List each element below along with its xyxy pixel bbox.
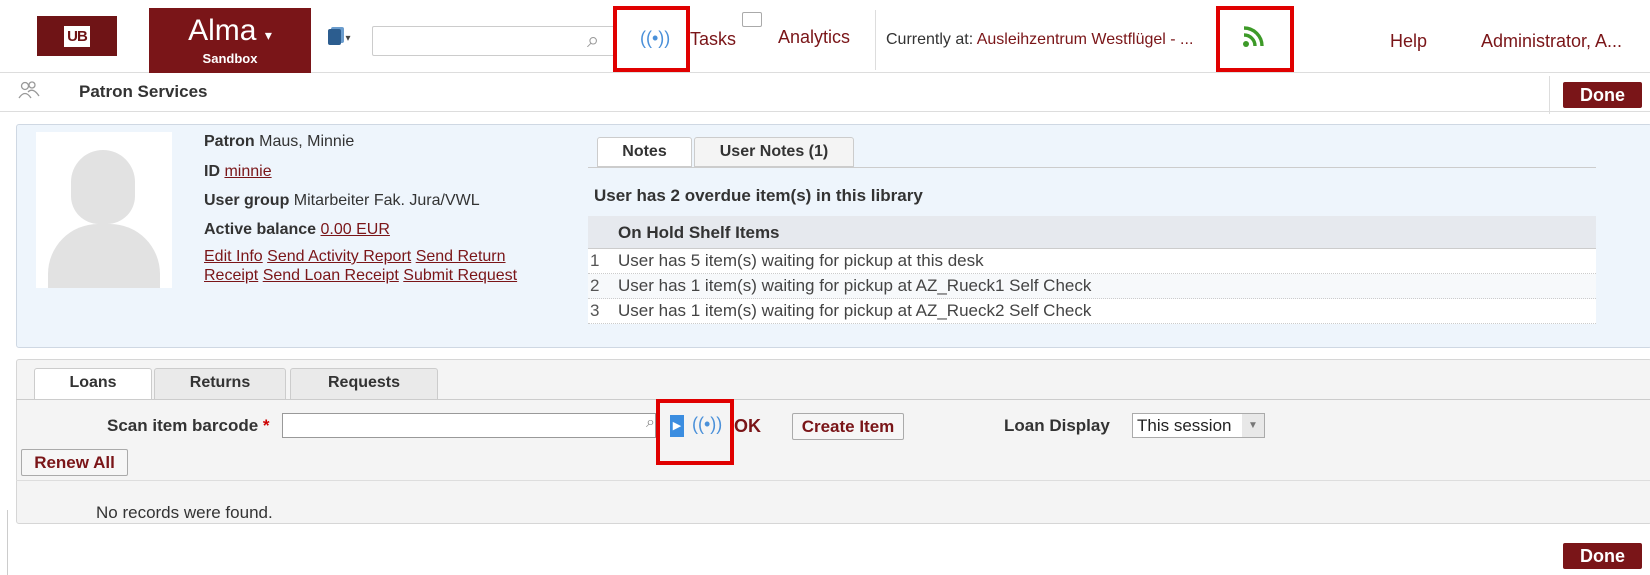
list-item: 1 User has 5 item(s) waiting for pickup a… [588,249,1596,274]
tab-notes[interactable]: Notes [597,137,692,167]
required-mark: * [262,416,270,435]
edit-info-link[interactable]: Edit Info [204,248,263,265]
divider [588,167,1596,168]
scan-barcode-label-text: Scan item barcode [107,416,259,435]
app-switcher[interactable]: Alma ▾ Sandbox [149,8,311,74]
row-text: User has 1 item(s) waiting for pickup at… [618,276,1092,295]
send-return-receipt-link-cont[interactable]: Receipt [204,267,258,284]
current-location-value: Ausleihzentrum Westflügel - ... [976,31,1194,48]
send-return-receipt-link[interactable]: Send Return [416,248,506,265]
row-number: 1 [590,251,600,270]
send-activity-report-link[interactable]: Send Activity Report [267,248,411,265]
highlight-box [613,6,690,72]
patron-name-label: Patron [204,133,255,150]
list-item: 3 User has 1 item(s) waiting for pickup a… [588,299,1596,324]
patron-group-value: Mitarbeiter Fak. Jura/VWL [293,192,480,209]
current-location-label: Currently at: [886,31,974,48]
patron-group-label: User group [204,192,290,209]
current-location[interactable]: Currently at: Ausleihzentrum Westflügel … [886,31,1193,49]
row-text: User has 1 item(s) waiting for pickup at… [618,301,1092,320]
loan-display-value: This session [1137,416,1232,435]
tab-requests[interactable]: Requests [290,368,438,400]
patron-balance-link[interactable]: 0.00 EUR [321,221,390,238]
chevron-down-icon: ▾ [264,27,272,43]
renew-all-button[interactable]: Renew All [21,449,128,476]
patron-name-value: Maus, Minnie [259,133,355,150]
scan-barcode-label: Scan item barcode * [107,416,270,436]
tasks-link[interactable]: Tasks [690,29,736,50]
loan-display-select[interactable]: This session ▼ [1132,413,1265,438]
app-name: Alma [188,14,257,47]
patron-id-label: ID [204,163,220,180]
user-menu[interactable]: Administrator, A... [1481,31,1622,52]
hold-shelf-title: On Hold Shelf Items [618,223,780,242]
loan-display-label: Loan Display [1004,416,1110,435]
patron-group: User group Mitarbeiter Fak. Jura/VWL [204,192,480,210]
search-icon[interactable]: ⌕ [646,414,655,432]
app-env: Sandbox [202,51,258,66]
avatar-body [48,224,160,288]
list-item: 2 User has 1 item(s) waiting for pickup a… [588,274,1596,299]
patron-id-link[interactable]: minnie [224,163,271,180]
row-number: 2 [590,276,600,295]
submit-request-link[interactable]: Submit Request [403,267,517,284]
page-header [0,73,1650,112]
tab-loans[interactable]: Loans [34,368,152,400]
search-scope-dropdown[interactable]: ▾ [328,28,372,52]
tasks-bubble-icon [742,12,762,27]
patron-avatar [36,132,172,288]
avatar-head [71,150,135,224]
highlight-box [1216,6,1294,72]
highlight-box [656,399,734,465]
patron-balance: Active balance 0.00 EUR [204,221,390,239]
patron-id: ID minnie [204,163,272,181]
ok-button[interactable]: OK [734,416,761,437]
overdue-message: User has 2 overdue item(s) in this libra… [594,186,923,205]
chevron-down-icon: ▾ [345,33,351,44]
page-title: Patron Services [79,82,208,101]
catalog-icon [328,28,341,45]
divider [7,510,8,575]
divider [875,10,876,70]
tab-user-notes[interactable]: User Notes (1) [694,137,854,167]
divider [16,399,1650,400]
chevron-down-icon: ▼ [1242,414,1264,437]
patron-balance-label: Active balance [204,221,317,238]
done-button-bottom[interactable]: Done [1563,543,1642,569]
scan-barcode-input[interactable] [282,413,656,438]
library-logo[interactable]: UB [37,16,117,56]
create-item-button[interactable]: Create Item [792,413,904,440]
patron-name: Patron Maus, Minnie [204,133,354,151]
analytics-link[interactable]: Analytics [778,27,850,48]
row-text: User has 5 item(s) waiting for pickup at… [618,251,984,270]
search-icon[interactable]: ⌕ [587,27,599,53]
send-loan-receipt-link[interactable]: Send Loan Receipt [263,267,399,284]
logo-text: UB [64,25,90,47]
divider [16,480,1650,481]
help-link[interactable]: Help [1390,31,1427,52]
done-button[interactable]: Done [1563,82,1642,108]
row-number: 3 [590,301,600,320]
empty-message: No records were found. [96,503,273,522]
users-icon [18,80,40,105]
patron-actions: Edit Info Send Activity Report Send Retu… [204,247,574,285]
tab-returns[interactable]: Returns [154,368,286,400]
search-input[interactable] [372,26,616,56]
